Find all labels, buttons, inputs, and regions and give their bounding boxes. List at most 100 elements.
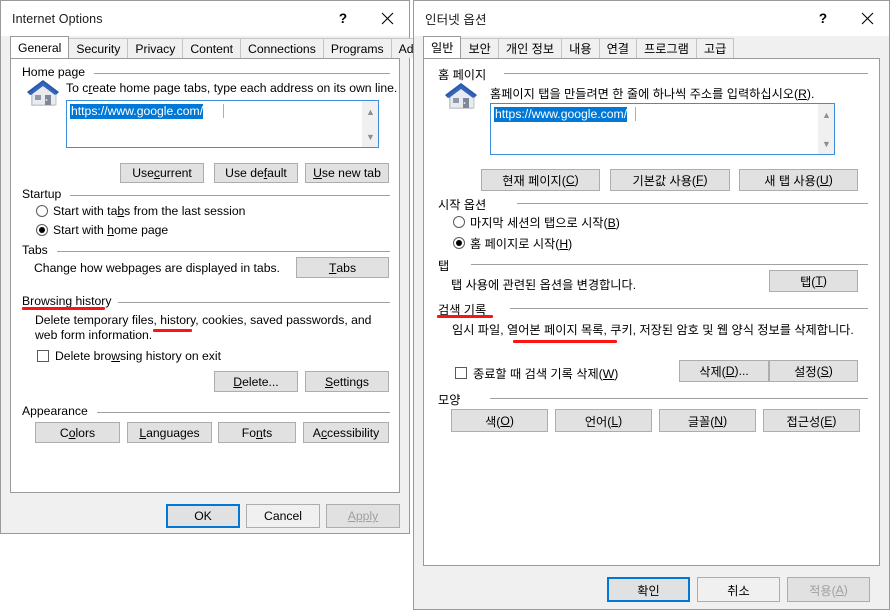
group-rule: [510, 308, 868, 309]
tab-connections[interactable]: 연결: [598, 38, 637, 58]
browsing-history-description: 임시 파일, 열어본 페이지 목록, 쿠키, 저장된 암호 및 웹 양식 정보를…: [452, 323, 854, 337]
group-rule: [490, 398, 868, 399]
radio-start-with-home-page[interactable]: Start with home page: [36, 223, 168, 237]
group-label-tabs: Tabs: [22, 243, 48, 257]
dialog-footer: OK Cancel Apply: [1, 496, 411, 535]
fonts-button[interactable]: 글꼴(N): [659, 409, 756, 432]
colors-button[interactable]: Co lors: [35, 422, 120, 443]
tab-general[interactable]: 일반: [423, 36, 462, 58]
use-default-button[interactable]: Use de f ault: [214, 163, 298, 183]
ok-button[interactable]: OK: [166, 504, 240, 528]
tabs-description: 탭 사용에 관련된 옵션을 변경합니다.: [451, 278, 637, 292]
radio-start-with-home-page[interactable]: 홈 페이지로 시작(H): [453, 234, 572, 252]
text-caret: [223, 104, 224, 118]
checkbox-indicator: [37, 350, 49, 362]
scroll-down-icon[interactable]: ▼: [362, 128, 379, 145]
text-caret: [635, 107, 636, 121]
annotation-underline-history-word: [153, 329, 192, 332]
group-label-home-page: Home page: [22, 65, 86, 79]
home-page-textarea[interactable]: https://www.google.com/ ▲ ▼: [66, 100, 379, 148]
apply-button: 적용(A): [787, 577, 870, 602]
internet-options-dialog-korean: 인터넷 옵션 ? 일반 보안 개인 정보 내용 연결 프로그램 고급 홈 페이지: [413, 0, 890, 610]
close-icon[interactable]: [365, 3, 409, 34]
group-rule: [118, 302, 390, 303]
use-default-button[interactable]: 기본값 사용(F): [610, 169, 730, 191]
help-icon[interactable]: ?: [801, 3, 845, 34]
dialog-footer: 확인 취소 적용(A): [414, 568, 890, 610]
home-page-value: https://www.google.com/: [70, 104, 204, 119]
tab-advanced[interactable]: 고급: [695, 38, 735, 58]
tab-security[interactable]: Security: [68, 38, 129, 58]
settings-button[interactable]: 설정(S): [769, 360, 858, 382]
checkbox-delete-history-on-exit[interactable]: 종료할 때 검색 기록 삭제(W): [455, 364, 618, 382]
languages-button[interactable]: 언어(L): [555, 409, 652, 432]
tabs-button[interactable]: Tabs: [296, 257, 389, 278]
group-rule: [471, 264, 868, 265]
internet-options-dialog-english: Internet Options ? General Security Priv…: [0, 0, 461, 535]
home-page-textarea[interactable]: https://www.google.com/ ▲ ▼: [490, 103, 835, 155]
cancel-button[interactable]: 취소: [697, 577, 780, 602]
apply-label: Apply: [347, 509, 379, 523]
tab-privacy[interactable]: 개인 정보: [497, 38, 563, 58]
tab-programs[interactable]: Programs: [322, 38, 392, 58]
settings-button[interactable]: Settings: [305, 371, 389, 392]
tab-programs[interactable]: 프로그램: [636, 38, 697, 58]
tab-connections[interactable]: Connections: [240, 38, 324, 58]
radio-label: 마지막 세션의 탭으로 시작(B): [470, 216, 620, 230]
tab-privacy[interactable]: Privacy: [127, 38, 184, 58]
annotation-underline-search-history: [437, 315, 493, 318]
group-label-appearance: Appearance: [22, 404, 88, 418]
titlebar: Internet Options ?: [1, 1, 409, 36]
use-new-tab-button[interactable]: 새 탭 사용(U): [739, 169, 858, 191]
annotation-underline-browsing-history: [22, 307, 105, 310]
group-rule: [517, 203, 868, 204]
browsing-history-description: Delete temporary files, history, cookies…: [35, 313, 372, 342]
radio-indicator: [36, 224, 48, 236]
radio-indicator: [36, 205, 48, 217]
tab-security[interactable]: 보안: [460, 38, 499, 58]
group-rule: [70, 195, 390, 196]
delete-button[interactable]: 삭제(D)...: [679, 360, 769, 382]
checkbox-delete-history-on-exit[interactable]: Delete browsing history on exit: [37, 349, 221, 363]
apply-button: Apply: [326, 504, 400, 528]
titlebar-buttons: ?: [321, 1, 409, 36]
textarea-scrollbar[interactable]: ▲ ▼: [817, 104, 834, 154]
use-current-page-button[interactable]: 현재 페이지(C): [481, 169, 600, 191]
radio-start-with-last-session[interactable]: 마지막 세션의 탭으로 시작(B): [453, 213, 620, 231]
delete-button[interactable]: Delete...: [214, 371, 298, 392]
group-label-startup: 시작 옵션: [438, 198, 487, 212]
use-current-button[interactable]: Use c urrent: [120, 163, 204, 183]
accessibility-button[interactable]: 접근성(E): [763, 409, 860, 432]
textarea-scrollbar[interactable]: ▲ ▼: [361, 101, 378, 147]
tab-content[interactable]: 내용: [561, 38, 600, 58]
group-label-startup: Startup: [22, 187, 62, 201]
tabs-button[interactable]: 탭(T): [769, 270, 858, 292]
titlebar-buttons: ?: [801, 1, 889, 36]
tabstrip: 일반 보안 개인 정보 내용 연결 프로그램 고급: [423, 36, 880, 58]
group-rule: [57, 251, 390, 252]
home-page-description: To create home page tabs, type each addr…: [66, 81, 398, 95]
radio-label: Start with tabs from the last session: [53, 204, 246, 218]
tabs-description: Change how webpages are displayed in tab…: [34, 261, 280, 275]
checkbox-indicator: [455, 367, 467, 379]
accessibility-button[interactable]: Ac cessibility: [303, 422, 389, 443]
use-new-tab-button[interactable]: Use new tab: [305, 163, 389, 183]
help-icon[interactable]: ?: [321, 3, 365, 34]
ok-button[interactable]: 확인: [607, 577, 690, 602]
scroll-down-icon[interactable]: ▼: [818, 135, 835, 152]
fonts-button[interactable]: Fo n ts: [218, 422, 296, 443]
tab-content[interactable]: Content: [182, 38, 242, 58]
home-page-value: https://www.google.com/: [494, 107, 628, 122]
languages-button[interactable]: Languages: [127, 422, 212, 443]
close-icon[interactable]: [845, 3, 889, 34]
colors-button[interactable]: 색(O): [451, 409, 548, 432]
titlebar: 인터넷 옵션 ?: [414, 1, 889, 36]
tabstrip: General Security Privacy Content Connect…: [10, 36, 461, 58]
tab-general[interactable]: General: [10, 36, 70, 58]
radio-start-with-tabs[interactable]: Start with tabs from the last session: [36, 204, 245, 218]
scroll-up-icon[interactable]: ▲: [362, 103, 379, 120]
scroll-up-icon[interactable]: ▲: [818, 106, 835, 123]
cancel-button[interactable]: Cancel: [246, 504, 320, 528]
group-rule: [504, 73, 868, 74]
window-title: Internet Options: [12, 11, 103, 26]
